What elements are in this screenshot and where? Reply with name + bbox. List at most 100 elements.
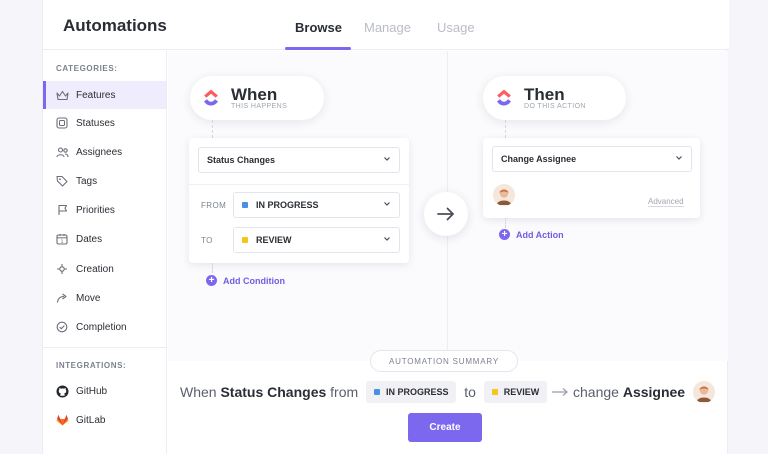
sidebar-item-creation[interactable]: Creation xyxy=(43,255,166,283)
summary-to-value: REVIEW xyxy=(503,387,540,397)
tab-usage[interactable]: Usage xyxy=(437,20,475,35)
chevron-down-icon xyxy=(676,156,682,160)
summary-to: to xyxy=(464,384,476,400)
trigger-select[interactable]: Status Changes xyxy=(198,147,400,173)
in-progress-dot xyxy=(373,389,380,395)
when-card: Status Changes FROM IN PROGRESS TO REVIE… xyxy=(189,138,409,263)
connector-line xyxy=(505,120,506,138)
sidebar-item-features[interactable]: Features xyxy=(43,81,166,109)
status-square-icon xyxy=(55,116,69,130)
sidebar-item-label: Move xyxy=(76,292,101,304)
then-title: Then xyxy=(524,84,565,104)
sidebar-item-label: Statuses xyxy=(76,117,115,129)
summary-change: change xyxy=(573,384,619,400)
add-condition-button[interactable]: + Add Condition xyxy=(206,275,285,286)
action-value: Change Assignee xyxy=(501,154,577,164)
sidebar-item-label: Creation xyxy=(76,263,114,275)
from-status-value: IN PROGRESS xyxy=(256,200,319,210)
review-dot xyxy=(491,389,498,395)
sidebar-item-priorities[interactable]: Priorities xyxy=(43,196,166,224)
from-status-select[interactable]: IN PROGRESS xyxy=(233,192,400,218)
sidebar-divider xyxy=(43,347,166,348)
card-divider xyxy=(189,184,409,185)
sidebar-item-label: Dates xyxy=(76,233,103,245)
people-icon xyxy=(55,145,69,159)
clickup-logo-icon xyxy=(204,89,218,106)
connector-line xyxy=(212,120,213,138)
connector-line xyxy=(212,263,213,273)
summary-target: Assignee xyxy=(622,384,686,400)
arrow-right-icon xyxy=(437,207,454,221)
add-action-label: Add Action xyxy=(516,229,564,240)
sidebar-item-label: Priorities xyxy=(76,204,115,216)
to-status-value: REVIEW xyxy=(256,235,292,245)
page-title: Automations xyxy=(63,16,167,35)
sidebar: CATEGORIES: Features Statuses Assignees … xyxy=(43,51,167,454)
summary-to-chip: REVIEW xyxy=(483,381,548,403)
integrations-label: INTEGRATIONS: xyxy=(56,361,127,370)
trigger-value: Status Changes xyxy=(207,155,276,165)
then-subtitle: DO THIS ACTION xyxy=(524,102,586,110)
automation-summary: When Status Changes from IN PROGRESS to … xyxy=(180,380,720,404)
when-header: When THIS HAPPENS xyxy=(190,76,324,120)
sidebar-item-label: Tags xyxy=(76,175,98,187)
calendar-icon: 1 xyxy=(55,232,69,246)
action-select[interactable]: Change Assignee xyxy=(492,146,692,172)
connector-line xyxy=(505,218,506,228)
create-button[interactable]: Create xyxy=(408,413,482,442)
summary-arrow-icon xyxy=(552,388,569,396)
sidebar-item-github[interactable]: GitHub xyxy=(43,377,166,405)
summary-from: from xyxy=(330,384,359,400)
crown-icon xyxy=(55,88,69,102)
advanced-link[interactable]: Advanced xyxy=(648,197,684,207)
sidebar-item-label: Completion xyxy=(76,321,127,333)
then-header: Then DO THIS ACTION xyxy=(483,76,626,120)
in-progress-dot xyxy=(242,202,248,208)
sidebar-item-completion[interactable]: Completion xyxy=(43,313,166,341)
then-card: Change Assignee Advanced xyxy=(483,138,700,218)
sidebar-item-label: Assignees xyxy=(76,146,123,158)
flag-icon xyxy=(55,203,69,217)
summary-trigger: Status Changes xyxy=(220,384,327,400)
automation-summary-badge: AUTOMATION SUMMARY xyxy=(370,350,518,372)
sidebar-item-label: GitLab xyxy=(76,414,106,426)
sidebar-item-statuses[interactable]: Statuses xyxy=(43,109,166,137)
when-subtitle: THIS HAPPENS xyxy=(231,102,288,110)
flow-arrow xyxy=(424,192,468,236)
sidebar-item-label: Features xyxy=(76,89,116,101)
sidebar-item-move[interactable]: Move xyxy=(43,284,166,312)
add-condition-label: Add Condition xyxy=(223,275,285,286)
chevron-down-icon xyxy=(384,202,390,206)
sidebar-item-assignees[interactable]: Assignees xyxy=(43,138,166,166)
from-label: FROM xyxy=(201,201,227,210)
sidebar-item-tags[interactable]: Tags xyxy=(43,167,166,195)
assignee-avatar[interactable] xyxy=(493,184,515,206)
summary-from-chip: IN PROGRESS xyxy=(365,381,457,403)
tab-browse[interactable]: Browse xyxy=(295,20,342,35)
check-circle-icon xyxy=(55,320,69,334)
chevron-down-icon xyxy=(384,237,390,241)
clickup-logo-icon xyxy=(497,89,511,106)
plus-icon: + xyxy=(499,229,510,240)
summary-from-value: IN PROGRESS xyxy=(385,387,449,397)
to-status-select[interactable]: REVIEW xyxy=(233,227,400,253)
when-title: When xyxy=(231,84,278,104)
categories-label: CATEGORIES: xyxy=(56,64,118,73)
sidebar-item-gitlab[interactable]: GitLab xyxy=(43,406,166,434)
creation-plus-icon xyxy=(55,262,69,276)
summary-avatar xyxy=(692,381,715,403)
gitlab-icon xyxy=(55,413,69,427)
sidebar-item-label: GitHub xyxy=(76,385,108,397)
move-arrow-icon xyxy=(55,291,69,305)
chevron-down-icon xyxy=(384,157,390,161)
header: Automations Browse Manage Usage xyxy=(43,0,729,50)
svg-text:1: 1 xyxy=(61,239,64,245)
plus-icon: + xyxy=(206,275,217,286)
sidebar-item-dates[interactable]: 1 Dates xyxy=(43,225,166,253)
to-label: TO xyxy=(201,236,213,245)
add-action-button[interactable]: + Add Action xyxy=(499,229,564,240)
github-icon xyxy=(55,384,69,398)
active-tab-indicator xyxy=(285,47,351,50)
tab-manage[interactable]: Manage xyxy=(364,20,411,35)
summary-when: When xyxy=(180,384,217,400)
